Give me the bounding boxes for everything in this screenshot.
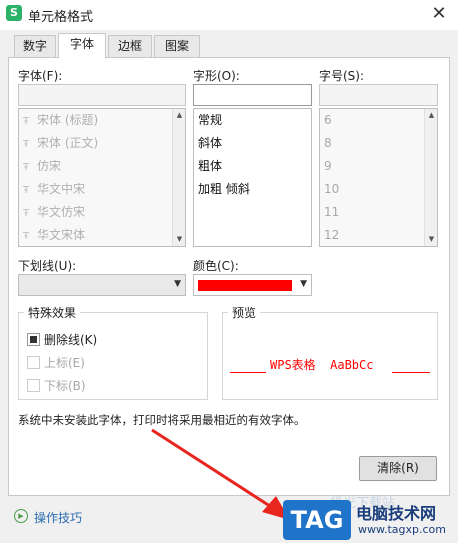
watermark-tag-logo: TAG (283, 500, 351, 540)
tab-font[interactable]: 字体 (58, 33, 106, 58)
annotation-arrow-icon (151, 428, 290, 520)
watermark-site-url: www.tagxp.com (358, 523, 446, 536)
watermark-site-name: 电脑技术网 (356, 504, 437, 523)
